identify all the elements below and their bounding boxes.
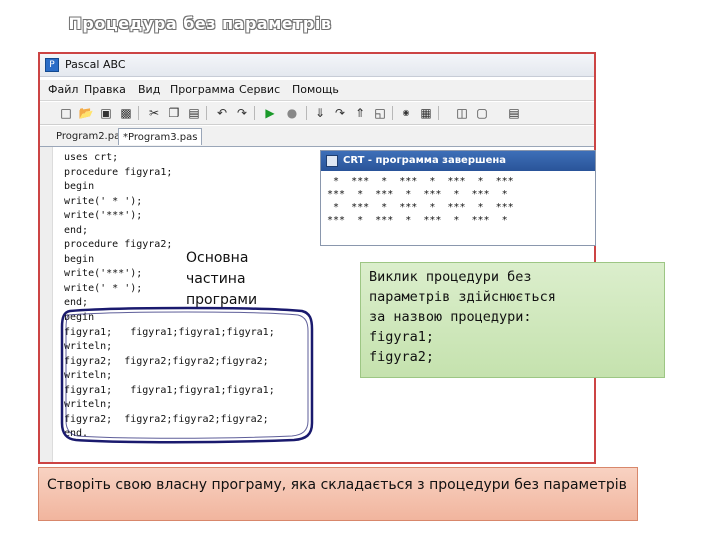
code-line: uses crt; xyxy=(64,152,119,163)
pascal-abc-icon: P xyxy=(45,58,59,72)
crt-output: * *** * *** * *** * *** *** * *** * *** … xyxy=(327,175,514,227)
toolbar: □ 📂 ▣ ▩ ✂ ❐ ▤ ↶ ↷ ▶ ● ⇓ ↷ ⇑ ◱ ◉ ▦ ◫ ▢ ▤ xyxy=(40,102,594,125)
main-part-bracket xyxy=(60,306,314,444)
crt-title: CRT - программа завершена xyxy=(343,155,507,166)
bracket-outline xyxy=(60,306,314,444)
code-line: write(' * '); xyxy=(64,195,143,207)
title-bar: P Pascal ABC xyxy=(40,54,594,77)
menu-edit[interactable]: Правка xyxy=(84,83,126,96)
main-part-label-line: Основна xyxy=(186,250,249,266)
main-part-label-line: частина xyxy=(186,271,246,287)
crt-output-line: * *** * *** * *** * *** xyxy=(327,176,514,187)
step-out-icon[interactable]: ⇑ xyxy=(352,105,368,121)
step-over-icon[interactable]: ↷ xyxy=(332,105,348,121)
paste-icon[interactable]: ▤ xyxy=(186,105,202,121)
run-icon[interactable]: ▶ xyxy=(262,105,278,121)
menu-program[interactable]: Программа xyxy=(170,83,235,96)
menu-help[interactable]: Помощь xyxy=(292,83,339,96)
undo-icon[interactable]: ↶ xyxy=(214,105,230,121)
code-line: write('***'); xyxy=(64,210,143,222)
code-line: procedure figyra1; xyxy=(64,166,173,178)
crt-window-icon xyxy=(326,155,338,167)
redo-icon[interactable]: ↷ xyxy=(234,105,250,121)
crt-output-line: *** * *** * *** * *** * xyxy=(327,215,508,226)
new-file-icon[interactable]: □ xyxy=(58,105,74,121)
toolbar-separator xyxy=(206,106,207,120)
open-file-icon[interactable]: 📂 xyxy=(78,105,94,121)
toolbar-separator xyxy=(306,106,307,120)
code-line: end; xyxy=(64,224,89,236)
editor-gutter xyxy=(40,147,53,462)
code-line: begin xyxy=(64,181,95,193)
step-into-icon[interactable]: ⇓ xyxy=(312,105,328,121)
cut-icon[interactable]: ✂ xyxy=(146,105,162,121)
callout-line: figyra2; xyxy=(369,349,435,365)
menu-view[interactable]: Вид xyxy=(138,83,160,96)
stop-icon[interactable]: ● xyxy=(284,105,300,121)
callout-line: за назвою процедури: xyxy=(369,309,532,325)
grid-icon[interactable]: ▦ xyxy=(418,105,434,121)
task-text: Створіть свою власну програму, яка склад… xyxy=(47,477,627,493)
toolbar-separator xyxy=(392,106,393,120)
copy-icon[interactable]: ❐ xyxy=(166,105,182,121)
bracket-outline-inner xyxy=(65,311,309,439)
menu-bar: Файл Правка Вид Программа Сервис Помощь xyxy=(40,80,594,101)
menu-service[interactable]: Сервис xyxy=(239,83,280,96)
crt-title-bar[interactable]: CRT - программа завершена xyxy=(321,151,595,171)
main-part-label: Основна частина програми xyxy=(186,248,286,311)
toolbar-separator xyxy=(254,106,255,120)
menu-file[interactable]: Файл xyxy=(48,83,78,96)
crt-output-line: *** * *** * *** * *** * xyxy=(327,189,508,200)
callout-line: Виклик процедури без xyxy=(369,269,532,285)
window-title: Pascal ABC xyxy=(65,58,126,71)
breakpoint-icon[interactable]: ◉ xyxy=(398,105,414,121)
slide-title: Процедура без параметрів xyxy=(68,14,332,33)
callout-line: figyra1; xyxy=(369,329,435,345)
callout-line: параметрів здійснюється xyxy=(369,289,556,305)
save-icon[interactable]: ▣ xyxy=(98,105,114,121)
watch-icon[interactable]: ◱ xyxy=(372,105,388,121)
layout-icon[interactable]: ◫ xyxy=(454,105,470,121)
help-icon[interactable]: ▤ xyxy=(506,105,522,121)
callout-procedure-call: Виклик процедури без параметрів здійснює… xyxy=(360,262,665,378)
toolbar-separator xyxy=(138,106,139,120)
window-icon[interactable]: ▢ xyxy=(474,105,490,121)
toolbar-separator xyxy=(438,106,439,120)
crt-output-window: CRT - программа завершена * *** * *** * … xyxy=(320,150,596,246)
editor-tab-strip: Program2.pas *Program3.pas xyxy=(40,126,594,147)
save-all-icon[interactable]: ▩ xyxy=(118,105,134,121)
tab-program3[interactable]: *Program3.pas xyxy=(118,128,203,145)
task-box: Створіть свою власну програму, яка склад… xyxy=(38,467,638,521)
crt-output-line: * *** * *** * *** * *** xyxy=(327,202,514,213)
